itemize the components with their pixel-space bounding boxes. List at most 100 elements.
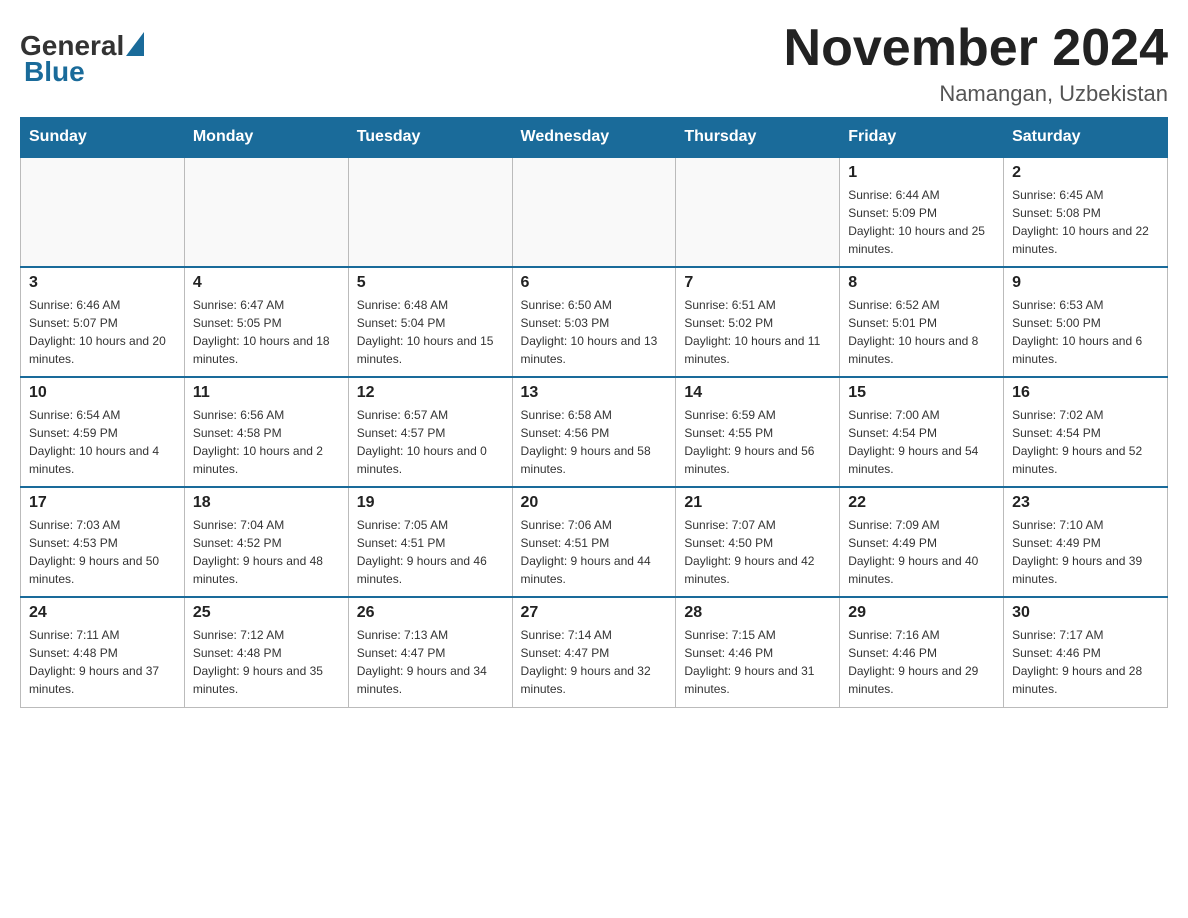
calendar-cell [512, 157, 676, 267]
day-number: 7 [684, 274, 831, 292]
day-number: 20 [521, 494, 668, 512]
day-number: 12 [357, 384, 504, 402]
day-info: Sunrise: 7:06 AMSunset: 4:51 PMDaylight:… [521, 516, 668, 588]
day-number: 24 [29, 604, 176, 622]
calendar-cell: 27 Sunrise: 7:14 AMSunset: 4:47 PMDayligh… [512, 597, 676, 707]
calendar-cell: 15Sunrise: 7:00 AMSunset: 4:54 PMDayligh… [840, 377, 1004, 487]
day-info: Sunrise: 7:12 AMSunset: 4:48 PMDaylight:… [193, 626, 340, 698]
day-info: Sunrise: 7:15 AMSunset: 4:46 PMDaylight:… [684, 626, 831, 698]
day-info: Sunrise: 7:05 AMSunset: 4:51 PMDaylight:… [357, 516, 504, 588]
day-number: 22 [848, 494, 995, 512]
calendar-cell: 24Sunrise: 7:11 AMSunset: 4:48 PMDayligh… [21, 597, 185, 707]
day-number: 25 [193, 604, 340, 622]
day-info: Sunrise: 6:45 AMSunset: 5:08 PMDaylight:… [1012, 186, 1159, 258]
day-number: 23 [1012, 494, 1159, 512]
day-info: Sunrise: 6:53 AMSunset: 5:00 PMDaylight:… [1012, 296, 1159, 368]
calendar-cell: 29 Sunrise: 7:16 AMSunset: 4:46 PMDayligh… [840, 597, 1004, 707]
weekday-header-wednesday: Wednesday [512, 118, 676, 158]
day-number: 29 [848, 604, 995, 622]
calendar-cell [21, 157, 185, 267]
day-info: Sunrise: 7:09 AMSunset: 4:49 PMDaylight:… [848, 516, 995, 588]
day-number: 3 [29, 274, 176, 292]
calendar-cell: 4 Sunrise: 6:47 AMSunset: 5:05 PMDaylight… [184, 267, 348, 377]
calendar-cell: 17 Sunrise: 7:03 AMSunset: 4:53 PMDayligh… [21, 487, 185, 597]
day-number: 18 [193, 494, 340, 512]
week-row-5: 24Sunrise: 7:11 AMSunset: 4:48 PMDayligh… [21, 597, 1168, 707]
calendar-cell: 13Sunrise: 6:58 AMSunset: 4:56 PMDayligh… [512, 377, 676, 487]
day-number: 1 [848, 164, 995, 182]
day-info: Sunrise: 6:44 AMSunset: 5:09 PMDaylight:… [848, 186, 995, 258]
day-info: Sunrise: 6:47 AMSunset: 5:05 PMDaylight:… [193, 296, 340, 368]
calendar-cell [676, 157, 840, 267]
day-info: Sunrise: 6:51 AMSunset: 5:02 PMDaylight:… [684, 296, 831, 368]
calendar-cell: 19 Sunrise: 7:05 AMSunset: 4:51 PMDayligh… [348, 487, 512, 597]
week-row-4: 17 Sunrise: 7:03 AMSunset: 4:53 PMDayligh… [21, 487, 1168, 597]
calendar-cell [184, 157, 348, 267]
weekday-header-sunday: Sunday [21, 118, 185, 158]
calendar-table: SundayMondayTuesdayWednesdayThursdayFrid… [20, 117, 1168, 708]
day-number: 10 [29, 384, 176, 402]
day-info: Sunrise: 6:58 AMSunset: 4:56 PMDaylight:… [521, 406, 668, 478]
day-number: 4 [193, 274, 340, 292]
day-info: Sunrise: 6:46 AMSunset: 5:07 PMDaylight:… [29, 296, 176, 368]
calendar-cell: 21 Sunrise: 7:07 AMSunset: 4:50 PMDayligh… [676, 487, 840, 597]
day-info: Sunrise: 7:13 AMSunset: 4:47 PMDaylight:… [357, 626, 504, 698]
day-info: Sunrise: 6:50 AMSunset: 5:03 PMDaylight:… [521, 296, 668, 368]
calendar-cell: 12 Sunrise: 6:57 AMSunset: 4:57 PMDayligh… [348, 377, 512, 487]
page-header: General Blue November 2024 Namangan, Uzb… [20, 20, 1168, 107]
day-info: Sunrise: 7:03 AMSunset: 4:53 PMDaylight:… [29, 516, 176, 588]
week-row-3: 10Sunrise: 6:54 AMSunset: 4:59 PMDayligh… [21, 377, 1168, 487]
day-number: 27 [521, 604, 668, 622]
calendar-cell: 26 Sunrise: 7:13 AMSunset: 4:47 PMDayligh… [348, 597, 512, 707]
day-info: Sunrise: 6:52 AMSunset: 5:01 PMDaylight:… [848, 296, 995, 368]
day-info: Sunrise: 7:10 AMSunset: 4:49 PMDaylight:… [1012, 516, 1159, 588]
calendar-cell: 1 Sunrise: 6:44 AMSunset: 5:09 PMDaylight… [840, 157, 1004, 267]
day-number: 17 [29, 494, 176, 512]
title-block: November 2024 Namangan, Uzbekistan [784, 20, 1168, 107]
calendar-cell: 7 Sunrise: 6:51 AMSunset: 5:02 PMDaylight… [676, 267, 840, 377]
day-number: 11 [193, 384, 340, 402]
calendar-cell: 2 Sunrise: 6:45 AMSunset: 5:08 PMDaylight… [1004, 157, 1168, 267]
calendar-cell: 6 Sunrise: 6:50 AMSunset: 5:03 PMDaylight… [512, 267, 676, 377]
day-number: 26 [357, 604, 504, 622]
day-number: 21 [684, 494, 831, 512]
day-number: 30 [1012, 604, 1159, 622]
calendar-cell: 28Sunrise: 7:15 AMSunset: 4:46 PMDayligh… [676, 597, 840, 707]
calendar-cell: 30 Sunrise: 7:17 AMSunset: 4:46 PMDayligh… [1004, 597, 1168, 707]
day-info: Sunrise: 6:59 AMSunset: 4:55 PMDaylight:… [684, 406, 831, 478]
week-row-2: 3 Sunrise: 6:46 AMSunset: 5:07 PMDaylight… [21, 267, 1168, 377]
calendar-cell: 10Sunrise: 6:54 AMSunset: 4:59 PMDayligh… [21, 377, 185, 487]
logo-blue-text: Blue [24, 56, 85, 88]
calendar-cell: 8 Sunrise: 6:52 AMSunset: 5:01 PMDaylight… [840, 267, 1004, 377]
day-number: 6 [521, 274, 668, 292]
day-info: Sunrise: 7:04 AMSunset: 4:52 PMDaylight:… [193, 516, 340, 588]
calendar-cell [348, 157, 512, 267]
calendar-cell: 9 Sunrise: 6:53 AMSunset: 5:00 PMDaylight… [1004, 267, 1168, 377]
day-number: 14 [684, 384, 831, 402]
day-number: 9 [1012, 274, 1159, 292]
calendar-cell: 14 Sunrise: 6:59 AMSunset: 4:55 PMDayligh… [676, 377, 840, 487]
week-row-1: 1 Sunrise: 6:44 AMSunset: 5:09 PMDaylight… [21, 157, 1168, 267]
day-info: Sunrise: 7:02 AMSunset: 4:54 PMDaylight:… [1012, 406, 1159, 478]
day-number: 19 [357, 494, 504, 512]
calendar-cell: 23 Sunrise: 7:10 AMSunset: 4:49 PMDayligh… [1004, 487, 1168, 597]
weekday-header-friday: Friday [840, 118, 1004, 158]
day-info: Sunrise: 7:16 AMSunset: 4:46 PMDaylight:… [848, 626, 995, 698]
calendar-cell: 20 Sunrise: 7:06 AMSunset: 4:51 PMDayligh… [512, 487, 676, 597]
weekday-header-saturday: Saturday [1004, 118, 1168, 158]
day-number: 16 [1012, 384, 1159, 402]
calendar-cell: 25 Sunrise: 7:12 AMSunset: 4:48 PMDayligh… [184, 597, 348, 707]
day-info: Sunrise: 6:57 AMSunset: 4:57 PMDaylight:… [357, 406, 504, 478]
day-number: 8 [848, 274, 995, 292]
day-info: Sunrise: 7:07 AMSunset: 4:50 PMDaylight:… [684, 516, 831, 588]
day-info: Sunrise: 6:56 AMSunset: 4:58 PMDaylight:… [193, 406, 340, 478]
day-info: Sunrise: 7:17 AMSunset: 4:46 PMDaylight:… [1012, 626, 1159, 698]
calendar-cell: 16 Sunrise: 7:02 AMSunset: 4:54 PMDayligh… [1004, 377, 1168, 487]
day-info: Sunrise: 7:00 AMSunset: 4:54 PMDaylight:… [848, 406, 995, 478]
logo-triangle-icon [126, 32, 144, 56]
day-number: 2 [1012, 164, 1159, 182]
calendar-cell: 3 Sunrise: 6:46 AMSunset: 5:07 PMDaylight… [21, 267, 185, 377]
calendar-cell: 22 Sunrise: 7:09 AMSunset: 4:49 PMDayligh… [840, 487, 1004, 597]
day-number: 5 [357, 274, 504, 292]
day-info: Sunrise: 7:14 AMSunset: 4:47 PMDaylight:… [521, 626, 668, 698]
